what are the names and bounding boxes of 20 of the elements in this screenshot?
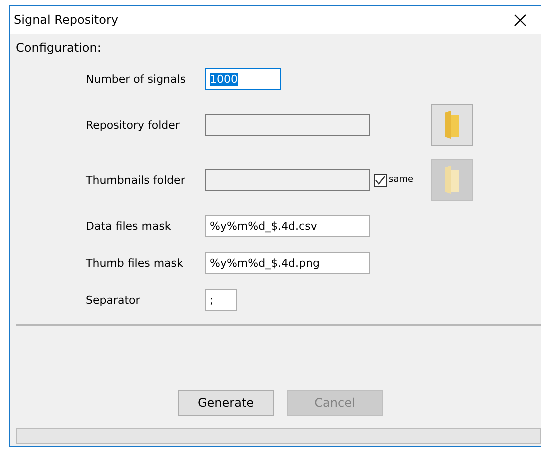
- input-field[interactable]: %y%m%d_$.4d.png: [205, 252, 370, 274]
- input-field[interactable]: [205, 114, 370, 136]
- field-label: Thumbnails folder: [86, 174, 186, 186]
- input-field[interactable]: %y%m%d_$.4d.csv: [205, 215, 370, 237]
- field-label: Separator: [86, 294, 142, 306]
- close-icon[interactable]: [514, 14, 527, 26]
- field-label: Repository folder: [86, 118, 181, 132]
- section-label: Configuration:: [16, 40, 102, 57]
- checkbox[interactable]: [374, 174, 387, 186]
- checkbox-label: same: [389, 175, 414, 185]
- input-field[interactable]: [205, 169, 370, 191]
- field-label: Number of signals: [86, 72, 188, 86]
- field-label: Data files mask: [86, 220, 172, 232]
- window-title: Signal Repository: [14, 13, 118, 27]
- folder-icon: [443, 166, 461, 194]
- dialog-button[interactable]: Generate: [178, 390, 274, 416]
- input-field[interactable]: 1000: [205, 68, 281, 90]
- input-field[interactable]: ;: [205, 289, 237, 311]
- folder-icon: [443, 111, 461, 139]
- field-label: Thumb files mask: [86, 256, 184, 270]
